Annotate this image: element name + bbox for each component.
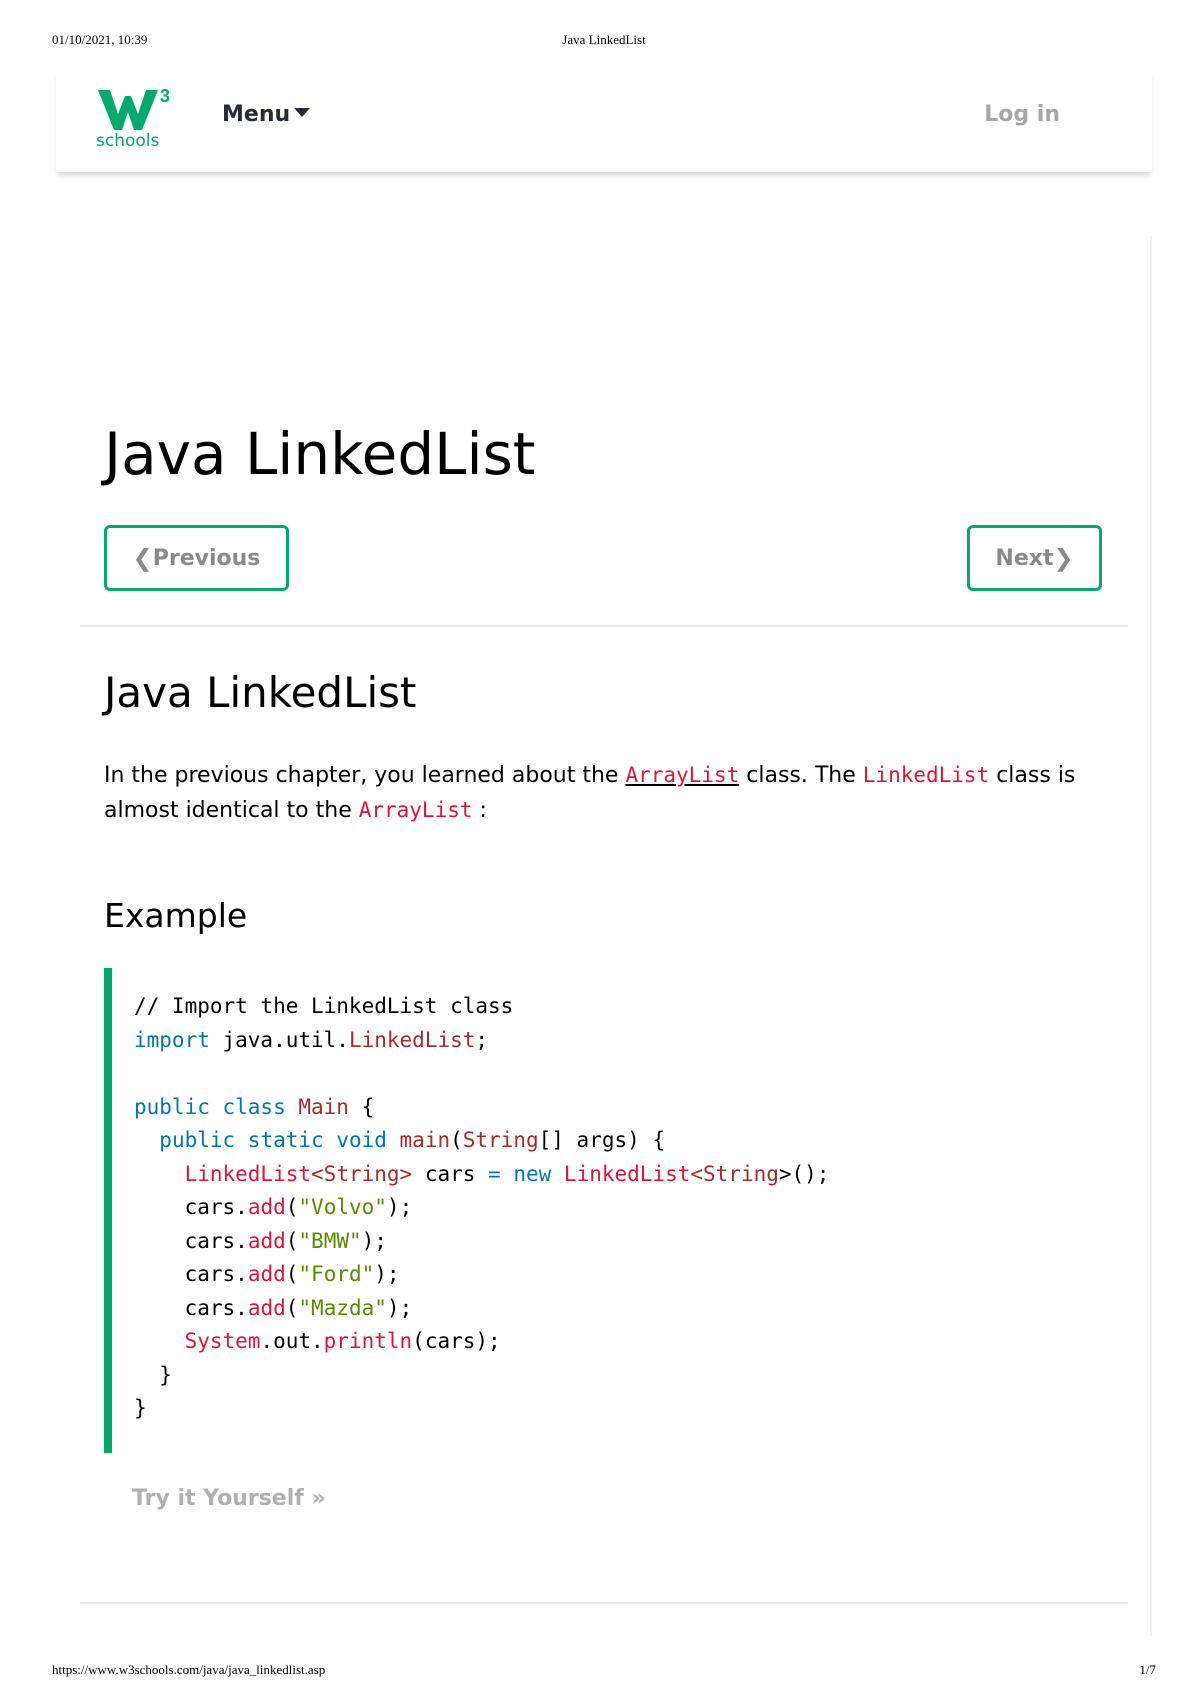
intro-text: In the previous chapter, you learned abo… (104, 763, 626, 788)
page-title: Java LinkedList (104, 420, 536, 488)
code-arraylist: ArrayList (358, 798, 473, 822)
intro-text: class. The (739, 763, 863, 788)
try-it-yourself-button[interactable]: Try it Yourself » (132, 1486, 326, 1511)
print-page-number: 1/7 (1139, 1662, 1156, 1677)
intro-paragraph: In the previous chapter, you learned abo… (104, 758, 1104, 828)
caret-down-icon (294, 108, 311, 117)
logo-text: schools (96, 131, 160, 150)
chevron-right-icon: ❯ (1053, 544, 1074, 572)
menu-button[interactable]: Menu (222, 102, 311, 127)
w3schools-logo[interactable]: 3 schools (96, 82, 176, 150)
example-title: Example (104, 896, 248, 935)
previous-label: Previous (152, 545, 261, 571)
intro-text: : (472, 798, 487, 823)
login-link[interactable]: Log in (984, 102, 1060, 127)
menu-label: Menu (222, 102, 291, 127)
print-doc-title: Java LinkedList (562, 32, 646, 47)
code-linkedlist: LinkedList (862, 763, 990, 787)
divider (80, 625, 1128, 627)
code-example: // Import the LinkedList class import ja… (134, 994, 830, 1420)
next-label: Next (995, 545, 1054, 571)
previous-button[interactable]: ❮ Previous (104, 525, 289, 591)
top-navbar: 3 schools Menu Log in (56, 70, 1152, 172)
print-url: https://www.w3schools.com/java/java_link… (52, 1662, 326, 1677)
example-accent-bar (104, 968, 112, 1453)
chevron-left-icon: ❮ (132, 544, 153, 572)
logo-superscript: 3 (160, 86, 170, 106)
arraylist-link[interactable]: ArrayList (625, 763, 739, 787)
divider (80, 1602, 1128, 1604)
section-title: Java LinkedList (104, 668, 417, 717)
next-button[interactable]: Next ❯ (967, 525, 1102, 591)
